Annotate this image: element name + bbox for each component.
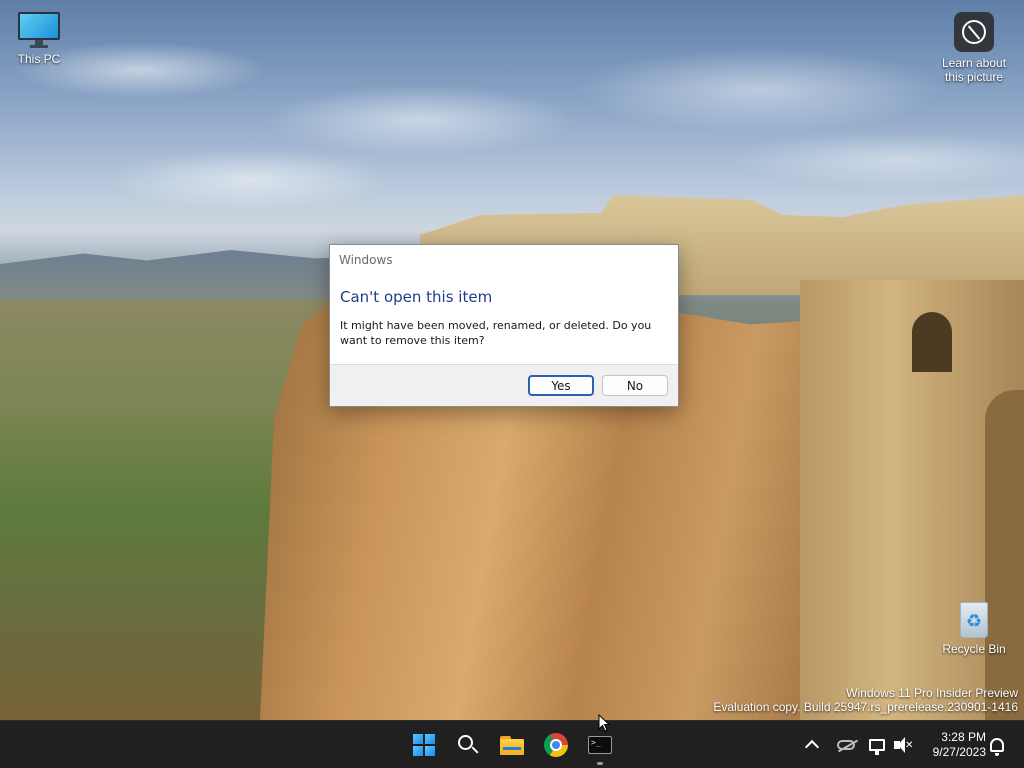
desktop-icon-learn-about-picture[interactable]: Learn about this picture	[936, 12, 1012, 84]
chrome-button[interactable]	[540, 729, 572, 761]
wallpaper-arch-large	[985, 390, 1024, 720]
dialog-button-bar: Yes No	[330, 364, 678, 406]
desktop-icon-recycle-bin[interactable]: ♻ Recycle Bin	[936, 598, 1012, 656]
start-button[interactable]	[408, 729, 440, 761]
desktop-icon-this-pc[interactable]: This PC	[1, 12, 77, 66]
network-button[interactable]	[867, 735, 887, 755]
onedrive-icon	[837, 740, 855, 750]
show-hidden-icons-button[interactable]	[804, 735, 820, 755]
no-button[interactable]: No	[602, 375, 668, 396]
computer-icon	[18, 12, 60, 48]
dialog-title: Windows	[339, 253, 393, 267]
wallpaper-arch	[912, 312, 952, 372]
recycle-bin-icon: ♻	[957, 598, 991, 638]
chrome-icon	[544, 733, 568, 757]
desktop-icon-label: Learn about this picture	[941, 56, 1007, 84]
notifications-button[interactable]	[988, 735, 1006, 756]
volume-button[interactable]: ✕	[893, 735, 913, 755]
yes-button[interactable]: Yes	[528, 375, 594, 396]
clock[interactable]: 3:28 PM 9/27/2023	[920, 730, 986, 760]
volume-muted-icon: ✕	[894, 737, 913, 753]
dialog-heading: Can't open this item	[340, 288, 493, 306]
terminal-button[interactable]: >_	[584, 729, 616, 761]
learn-about-picture-icon	[954, 12, 994, 52]
desktop-icon-label: This PC	[17, 52, 61, 66]
watermark-line-2: Evaluation copy. Build 25947.rs_prerelea…	[713, 700, 1018, 714]
error-dialog: Windows Can't open this item It might ha…	[329, 244, 679, 407]
search-icon	[458, 735, 479, 755]
watermark-line-1: Windows 11 Pro Insider Preview	[846, 686, 1018, 700]
folder-icon	[500, 735, 524, 755]
chevron-up-icon	[804, 739, 820, 755]
onedrive-button[interactable]	[835, 735, 857, 755]
running-indicator	[597, 762, 603, 765]
terminal-icon: >_	[588, 736, 612, 754]
file-explorer-button[interactable]	[496, 729, 528, 761]
evaluation-watermark: Windows 11 Pro Insider Preview Evaluatio…	[713, 686, 1018, 714]
desktop-icon-label: Recycle Bin	[942, 642, 1006, 656]
notification-bell-icon	[990, 738, 1004, 756]
network-icon	[869, 739, 885, 755]
clock-time: 3:28 PM	[941, 730, 986, 744]
search-button[interactable]	[452, 729, 484, 761]
windows-start-icon	[413, 734, 435, 756]
clock-date: 9/27/2023	[932, 745, 986, 759]
dialog-message: It might have been moved, renamed, or de…	[340, 319, 652, 347]
taskbar: >_ ✕ 3:28 PM 9/27/2023	[0, 720, 1024, 768]
